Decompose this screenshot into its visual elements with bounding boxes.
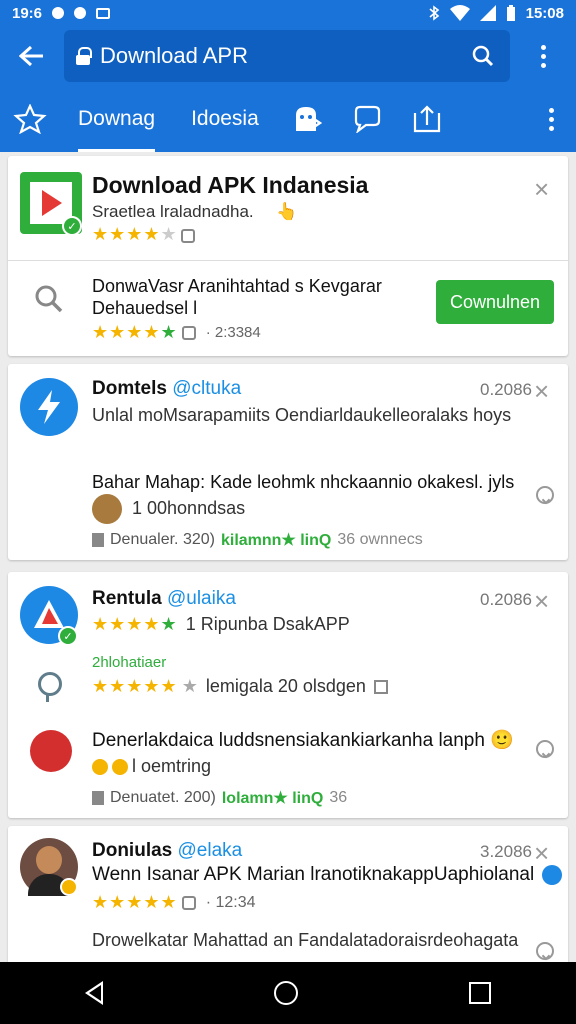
overflow-menu-button[interactable] [510, 44, 576, 68]
post-subtitle: l oemtring [92, 756, 211, 777]
file-icon [92, 533, 104, 547]
navigation-bar [0, 962, 576, 1024]
close-icon[interactable]: × [534, 176, 549, 202]
app-icon[interactable]: ✓ [20, 172, 82, 236]
verified-badge-icon: ✓ [62, 216, 82, 236]
tabs-overflow-button[interactable] [526, 107, 576, 131]
avatar[interactable]: ✓ [20, 586, 78, 646]
image-icon [373, 679, 388, 694]
thumb-icon [181, 325, 196, 340]
app-subtitle: Sraetlea lraladnadha. 👆 [92, 202, 298, 221]
status-time-left: 19:6 [12, 4, 43, 22]
featured-app-card: ✓ Download APK Indanesia Sraetlea lralad… [8, 156, 568, 356]
post-meta: Denuatet. 200) lolamn★ linQ 36 [92, 788, 347, 808]
app-bar: Download APR [0, 26, 576, 86]
bluetooth-icon [429, 5, 439, 21]
share-icon [413, 105, 440, 133]
message-icon [96, 7, 111, 19]
tab-downloads[interactable]: Downag [60, 86, 173, 152]
close-icon[interactable]: × [534, 588, 549, 614]
suggestion-subtitle: Dehauedsel l [92, 298, 198, 318]
post-author: Doniulas @elaka [92, 840, 243, 861]
coin-icon [112, 758, 128, 775]
post-rating-line-2: ★★★★★ ★ lemigala 20 olsdgen [92, 676, 388, 697]
search-bar[interactable]: Download APR [64, 30, 510, 82]
search-icon [34, 284, 64, 319]
verified-icon [542, 865, 563, 885]
post-author: Rentula @ulaika [92, 588, 236, 609]
user-icon [295, 107, 322, 131]
avatar[interactable] [20, 378, 78, 436]
tab-profile[interactable] [277, 86, 337, 152]
coin-icon [92, 758, 108, 775]
app-rating: ★★★★★ [92, 224, 195, 245]
post-time: 3.2086 [480, 842, 532, 861]
star-outline-icon [13, 104, 47, 134]
emoji-icon: 🙂 [490, 730, 514, 751]
expand-icon[interactable] [536, 486, 554, 504]
lock-icon [76, 47, 92, 65]
thumb-icon [180, 228, 195, 243]
wifi-icon [449, 5, 470, 21]
post-card-2: ✓ Rentula @ulaika 0.2086 × ★★★★ ★ 1 Ripunb… [8, 572, 568, 818]
suggestion-title: DonwaVasr Aranihtahtad s Kevgarar [92, 276, 382, 296]
post-rating-line: ★★★★ ★ 1 Ripunba DsakAPP [92, 614, 350, 634]
post-title: Bahar Mahap: Kade leohmk nhckaannio okak… [92, 472, 515, 492]
tab-share[interactable] [397, 86, 457, 152]
post-card-1: Domtels @cltuka 0.2086 × Unlal moMsarapa… [8, 364, 568, 560]
post-text: Unlal moMsarapamiits Oendiarldaukelleora… [92, 405, 512, 425]
post-time: 0.2086 [480, 590, 532, 609]
close-icon[interactable]: × [534, 378, 549, 404]
green-label: 2hlohatiaer [92, 654, 167, 671]
tab-favorites[interactable] [0, 86, 60, 152]
notification-icon [52, 7, 65, 19]
post-meta: Denualer. 320) kilamnn★ linQ 36 ownnecs [92, 530, 423, 550]
location-icon-stem [46, 694, 49, 702]
bolt-icon [38, 390, 60, 424]
tab-bar: Downag Idoesia [0, 86, 576, 152]
file-icon [92, 791, 104, 805]
brand-logo [30, 730, 72, 772]
back-button[interactable] [0, 26, 64, 86]
status-bar: 19:6 15:08 [0, 0, 576, 26]
record-icon [74, 7, 87, 19]
hand-emoji-icon: 👆 [276, 202, 298, 221]
post-subtitle: 1 00honndsas [132, 498, 246, 518]
close-icon[interactable]: × [534, 840, 549, 866]
post-rating: ★★★★★ · 12:34 [92, 892, 256, 912]
post-text: Wenn Isanar APK Marian lranotiknakappUap… [92, 864, 563, 886]
post-time: 0.2086 [480, 380, 532, 399]
post-title: Denerlakdaica luddsnensiakankiarkanha la… [92, 730, 514, 751]
download-button[interactable]: Cownulnen [436, 280, 554, 324]
post-title: Drowelkatar Mahattad an Fandalatadoraisr… [92, 930, 519, 950]
tab-chat[interactable] [337, 86, 397, 152]
divider [8, 260, 568, 261]
search-icon [472, 45, 494, 67]
nav-back-icon[interactable] [85, 981, 104, 1005]
suggestion-meta: ★★★★ ★ · 2:3384 [92, 322, 261, 342]
signal-icon [479, 5, 496, 21]
arrow-left-icon [19, 45, 43, 67]
battery-icon [506, 5, 515, 21]
status-time-right: 15:08 [525, 4, 564, 22]
expand-icon[interactable] [536, 740, 554, 758]
search-button[interactable] [468, 41, 498, 71]
post-author: Domtels @cltuka [92, 378, 242, 399]
location-icon [38, 672, 62, 696]
search-query[interactable]: Download APR [100, 43, 468, 69]
expand-icon[interactable] [536, 942, 554, 960]
nav-home-icon[interactable] [273, 981, 298, 1005]
thumb-icon [181, 895, 196, 910]
app-title: Download APK Indanesia [92, 172, 369, 198]
tab-indonesia[interactable]: Idoesia [173, 86, 277, 152]
verified-badge-icon: ✓ [58, 626, 78, 646]
post-card-3: Doniulas @elaka 3.2086 × Wenn Isanar APK… [8, 826, 568, 966]
chat-icon [354, 105, 380, 133]
user-avatar-photo[interactable] [20, 838, 78, 896]
nav-recents-icon[interactable] [468, 982, 491, 1004]
user-avatar-small [92, 494, 122, 524]
